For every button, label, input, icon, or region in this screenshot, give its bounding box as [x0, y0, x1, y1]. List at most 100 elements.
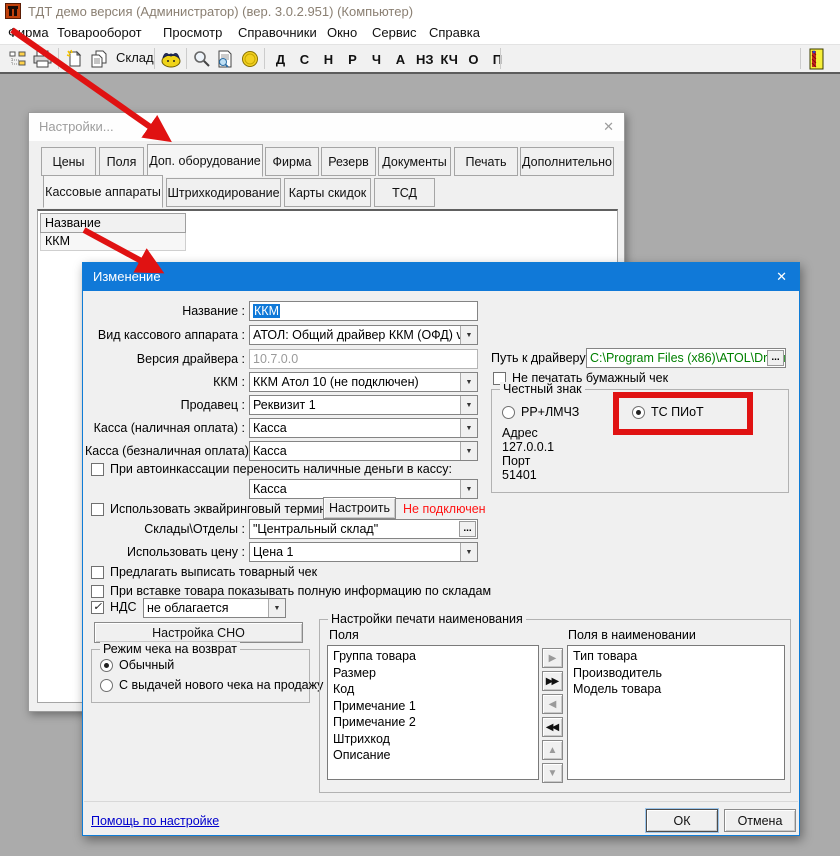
tab-tseny[interactable]: Цены — [41, 147, 96, 176]
warehouses-input[interactable]: "Центральный склад" ... — [249, 519, 478, 539]
name-input[interactable]: ККМ — [249, 301, 478, 321]
tab-polya[interactable]: Поля — [99, 147, 144, 176]
menu-prosmotr[interactable]: Просмотр — [163, 25, 222, 40]
tab-shtrihkodirovanie[interactable]: Штрихкодирование — [166, 178, 281, 207]
ok-button[interactable]: ОК — [646, 809, 718, 832]
browse-warehouses-button[interactable]: ... — [459, 521, 476, 537]
cashless-payment-combo[interactable]: Касса ▼ — [249, 441, 478, 461]
letter-button-kch[interactable]: КЧ — [439, 47, 460, 71]
settings-titlebar[interactable]: Настройки... ✕ — [29, 113, 624, 141]
menu-tovarooborot[interactable]: Товарооборот — [57, 25, 142, 40]
menu-servis[interactable]: Сервис — [372, 25, 417, 40]
move-right-button[interactable]: ▶ — [542, 648, 563, 668]
cancel-button[interactable]: Отмена — [724, 809, 796, 832]
list-item[interactable]: Группа товара — [328, 648, 538, 665]
letter-button-r[interactable]: Р — [342, 47, 363, 71]
dropdown-arrow-icon[interactable]: ▼ — [460, 480, 477, 498]
list-item[interactable]: Производитель — [568, 665, 784, 682]
letter-button-d[interactable]: Д — [270, 47, 291, 71]
dropdown-arrow-icon[interactable]: ▼ — [460, 373, 477, 391]
tab-dokumenty[interactable]: Документы — [378, 147, 451, 176]
cat-icon[interactable] — [159, 47, 183, 71]
move-left-button[interactable]: ◀ — [542, 694, 563, 714]
return-new-check-radio[interactable] — [100, 679, 113, 692]
dropdown-arrow-icon[interactable]: ▼ — [460, 543, 477, 561]
list-row-kkm[interactable]: ККМ — [40, 233, 186, 251]
tab-karty-skidok[interactable]: Карты скидок — [284, 178, 371, 207]
menu-okno[interactable]: Окно — [327, 25, 357, 40]
dropdown-arrow-icon[interactable]: ▼ — [460, 419, 477, 437]
tab-dop-oborudovanie[interactable]: Доп. оборудование — [147, 144, 263, 177]
coin-icon[interactable] — [238, 47, 262, 71]
settings-close-icon[interactable]: ✕ — [603, 119, 614, 135]
edit-titlebar[interactable]: Изменение ✕ — [83, 263, 799, 291]
kkm-combo[interactable]: ККМ Атол 10 (не подключен) ▼ — [249, 372, 478, 392]
menu-spravka[interactable]: Справка — [429, 25, 480, 40]
dropdown-arrow-icon[interactable]: ▼ — [460, 326, 477, 344]
rr-lmchz-radio[interactable] — [502, 406, 515, 419]
move-down-button[interactable]: ▼ — [542, 763, 563, 783]
new-document-icon[interactable] — [62, 47, 86, 71]
letter-button-s[interactable]: С — [294, 47, 315, 71]
move-all-left-button[interactable]: ◀◀ — [542, 717, 563, 737]
menu-firma[interactable]: Фирма — [8, 25, 49, 40]
vat-checkbox[interactable]: ✓ — [91, 601, 104, 614]
tab-firma[interactable]: Фирма — [265, 147, 319, 176]
move-all-right-button[interactable]: ▶▶ — [542, 671, 563, 691]
list-item[interactable]: Примечание 1 — [328, 698, 538, 715]
list-item[interactable]: Примечание 2 — [328, 714, 538, 731]
fields-listbox[interactable]: Группа товара Размер Код Примечание 1 Пр… — [327, 645, 539, 780]
list-item[interactable]: Тип товара — [568, 648, 784, 665]
toolbar-sklad-button[interactable]: Склад — [116, 50, 154, 65]
autocash-checkbox[interactable] — [91, 463, 104, 476]
sno-settings-button[interactable]: Настройка СНО — [94, 622, 303, 643]
device-type-combo[interactable]: АТОЛ: Общий драйвер ККМ (ОФД) v.10 ▼ — [249, 325, 478, 345]
list-item[interactable]: Код — [328, 681, 538, 698]
cash-payment-combo[interactable]: Касса ▼ — [249, 418, 478, 438]
tab-pechat[interactable]: Печать — [454, 147, 518, 176]
letter-button-ch[interactable]: Ч — [366, 47, 387, 71]
letter-button-o[interactable]: О — [463, 47, 484, 71]
move-up-button[interactable]: ▲ — [542, 740, 563, 760]
dropdown-arrow-icon[interactable]: ▼ — [460, 396, 477, 414]
copy-documents-icon[interactable] — [87, 47, 111, 71]
name-fields-listbox[interactable]: Тип товара Производитель Модель товара — [567, 645, 785, 780]
dropdown-arrow-icon[interactable]: ▼ — [268, 599, 285, 617]
offer-receipt-checkbox[interactable] — [91, 566, 104, 579]
return-normal-radio[interactable] — [100, 659, 113, 672]
browse-path-button[interactable]: ... — [767, 350, 784, 366]
list-item[interactable]: Штрихкод — [328, 731, 538, 748]
use-price-combo[interactable]: Цена 1 ▼ — [249, 542, 478, 562]
letter-button-n[interactable]: Н — [318, 47, 339, 71]
acquiring-checkbox[interactable] — [91, 503, 104, 516]
menu-spravochniki[interactable]: Справочники — [238, 25, 317, 40]
list-item[interactable]: Модель товара — [568, 681, 784, 698]
driver-path-input[interactable]: C:\Program Files (x86)\ATOL\Drivers ... — [586, 348, 786, 368]
seller-label: Продавец : — [85, 398, 245, 412]
search-icon[interactable] — [190, 47, 214, 71]
list-header-nazvanie[interactable]: Название — [40, 213, 186, 233]
letter-button-p[interactable]: П — [487, 47, 508, 71]
configure-button[interactable]: Настроить — [323, 497, 396, 519]
tc-piot-radio[interactable] — [632, 406, 645, 419]
tab-rezerv[interactable]: Резерв — [321, 147, 376, 176]
letter-button-a[interactable]: А — [390, 47, 411, 71]
dropdown-arrow-icon[interactable]: ▼ — [460, 442, 477, 460]
print-icon[interactable] — [31, 47, 55, 71]
cash-payment-label: Касса (наличная оплата) : — [85, 421, 245, 435]
tab-tsd[interactable]: ТСД — [374, 178, 435, 207]
exit-door-icon[interactable] — [804, 47, 828, 71]
document-search-icon[interactable] — [213, 47, 237, 71]
tree-view-icon[interactable] — [6, 47, 30, 71]
tab-kassovye-apparaty[interactable]: Кассовые аппараты — [43, 175, 163, 208]
autocash-combo[interactable]: Касса ▼ — [249, 479, 478, 499]
edit-close-icon[interactable]: ✕ — [776, 269, 787, 285]
letter-button-nz[interactable]: НЗ — [414, 47, 436, 71]
tab-dopolnitelno[interactable]: Дополнительно — [520, 147, 614, 176]
list-item[interactable]: Размер — [328, 665, 538, 682]
seller-combo[interactable]: Реквизит 1 ▼ — [249, 395, 478, 415]
help-link[interactable]: Помощь по настройке — [91, 814, 219, 828]
full-info-checkbox[interactable] — [91, 585, 104, 598]
vat-combo[interactable]: не облагается ▼ — [143, 598, 286, 618]
list-item[interactable]: Описание — [328, 747, 538, 764]
